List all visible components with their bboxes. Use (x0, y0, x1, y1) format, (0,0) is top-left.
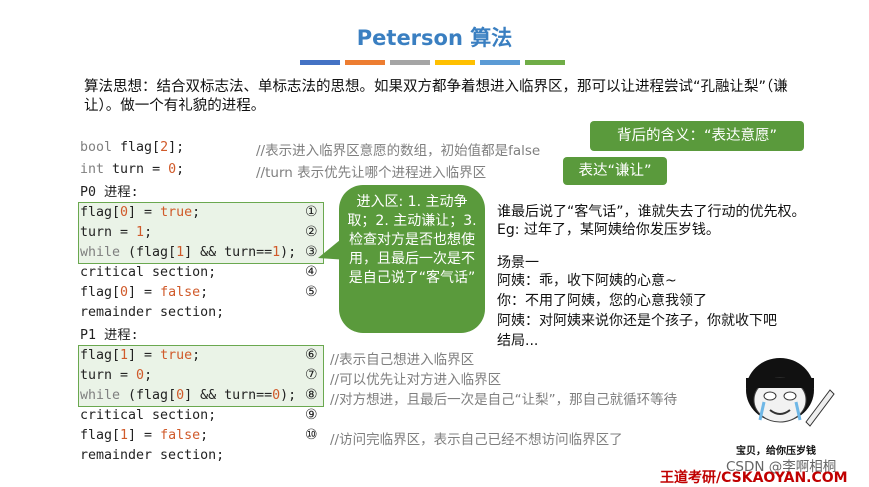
code-text: ] = (128, 205, 161, 220)
number: 0 (176, 388, 185, 403)
value: true (160, 348, 193, 363)
keyword: bool (80, 140, 113, 155)
code-text: ] && turn== (184, 388, 273, 403)
code-text: ); (280, 388, 297, 403)
side-line-3: 场景一 (497, 255, 539, 271)
code-text: ; (200, 285, 209, 300)
side-line-7: 结局... (497, 333, 539, 349)
step-number: ⑨ (305, 407, 318, 423)
code-text: ] = (128, 285, 161, 300)
number: 0 (168, 162, 177, 177)
side-line-1: 谁最后说了“客气话”，谁就失去了行动的优先权。 (497, 204, 806, 220)
code-text: turn = (104, 162, 169, 177)
p0-label: P0 进程: (80, 185, 139, 200)
slide-title: Peterson 算法 (356, 26, 513, 50)
number: 1 (136, 225, 145, 240)
color-segment (345, 60, 385, 65)
code-text: ); (280, 245, 297, 260)
code-text: flag[ (112, 140, 161, 155)
side-line-5: 你：不用了阿姨，您的心意我领了 (497, 293, 707, 309)
side-line-6: 阿姨：对阿姨来说你还是个孩子，你就收下吧 (497, 313, 777, 329)
step-number: ② (305, 224, 318, 240)
keyword: while (80, 388, 121, 403)
p0-line-2: turn = 1; (80, 223, 152, 243)
p0-line-3: while (flag[1] && turn==1); (80, 243, 296, 263)
number: 1 (272, 245, 281, 260)
number: 0 (120, 205, 129, 220)
side-line-4: 阿姨：乖，收下阿姨的心意~ (497, 273, 677, 289)
step-number: ⑤ (305, 284, 318, 300)
value: true (160, 205, 193, 220)
flag-comment: //表示进入临界区意愿的数组，初始值都是false (256, 143, 541, 159)
side-line-2: Eg: 过年了，某阿姨给你发压岁钱。 (497, 222, 720, 238)
code-text: flag[ (80, 205, 121, 220)
p1-line-4: critical section; (80, 408, 217, 423)
step-number: ⑧ (305, 387, 318, 403)
step-number: ⑥ (305, 347, 318, 363)
p1-line-5: flag[1] = false; (80, 426, 208, 446)
p1-line-3: while (flag[0] && turn==0); (80, 386, 296, 406)
p1-line-1: flag[1] = true; (80, 346, 200, 366)
p0-line-5: flag[0] = false; (80, 283, 208, 303)
code-text: ; (176, 162, 185, 177)
number: 1 (120, 348, 129, 363)
code-text: flag[ (80, 428, 121, 443)
code-text: ]; (168, 140, 185, 155)
step-number: ③ (305, 244, 318, 260)
step-number: ① (305, 204, 318, 220)
color-bar (300, 60, 565, 65)
value: false (160, 428, 201, 443)
code-text: flag[ (80, 348, 121, 363)
color-segment (300, 60, 340, 65)
p1-comment-10: //访问完临界区，表示自己已经不想访问临界区了 (330, 432, 623, 448)
turn-comment: //turn 表示优先让哪个进程进入临界区 (256, 165, 487, 181)
code-text: (flag[ (120, 245, 177, 260)
color-segment (480, 60, 520, 65)
color-segment (435, 60, 475, 65)
number: 2 (160, 140, 169, 155)
code-text: ; (192, 205, 201, 220)
code-text: flag[ (80, 285, 121, 300)
code-text: ; (144, 225, 153, 240)
p1-comment-6: //表示自己想进入临界区 (330, 352, 475, 368)
keyword: while (80, 245, 121, 260)
code-text: ; (144, 368, 153, 383)
number: 0 (120, 285, 129, 300)
code-text: ; (192, 348, 201, 363)
p1-line-6: remainder section; (80, 448, 225, 463)
code-text: ; (200, 428, 209, 443)
value: false (160, 285, 201, 300)
code-text: ] = (128, 428, 161, 443)
code-text: ] && turn== (184, 245, 273, 260)
p0-line-6: remainder section; (80, 305, 225, 320)
flag-declaration: bool flag[2]; (80, 138, 184, 158)
number: 0 (136, 368, 145, 383)
number: 1 (176, 245, 185, 260)
flag-callout: 背后的含义：“表达意愿” (590, 121, 804, 151)
turn-declaration: int turn = 0; (80, 160, 184, 180)
p0-line-1: flag[0] = true; (80, 203, 200, 223)
p1-comment-8: //对方想进，且最后一次是自己“让梨”，那自己就循环等待 (330, 392, 678, 408)
code-text: turn = (80, 368, 137, 383)
intro-paragraph: 算法思想：结合双标志法、单标志法的思想。如果双方都争着想进入临界区，那可以让进程… (84, 79, 788, 114)
p1-label: P1 进程: (80, 328, 139, 343)
entry-section-bubble: 进入区: 1. 主动争取；2. 主动谦让；3. 检查对方是否也想使用，且最后一次… (339, 185, 485, 333)
code-text: ] = (128, 348, 161, 363)
step-number: ⑩ (305, 427, 318, 443)
step-number: ⑦ (305, 367, 318, 383)
color-segment (390, 60, 430, 65)
code-text: (flag[ (120, 388, 177, 403)
p1-comment-7: //可以优先让对方进入临界区 (330, 372, 502, 388)
turn-callout: 表达“谦让” (563, 157, 667, 185)
p0-line-4: critical section; (80, 265, 217, 280)
brand-footer: 王道考研/CSKAOYAN.COM (660, 470, 848, 486)
number: 1 (120, 428, 129, 443)
p1-line-2: turn = 0; (80, 366, 152, 386)
step-number: ④ (305, 264, 318, 280)
color-segment (525, 60, 565, 65)
keyword: int (80, 162, 105, 177)
code-text: turn = (80, 225, 137, 240)
number: 0 (272, 388, 281, 403)
